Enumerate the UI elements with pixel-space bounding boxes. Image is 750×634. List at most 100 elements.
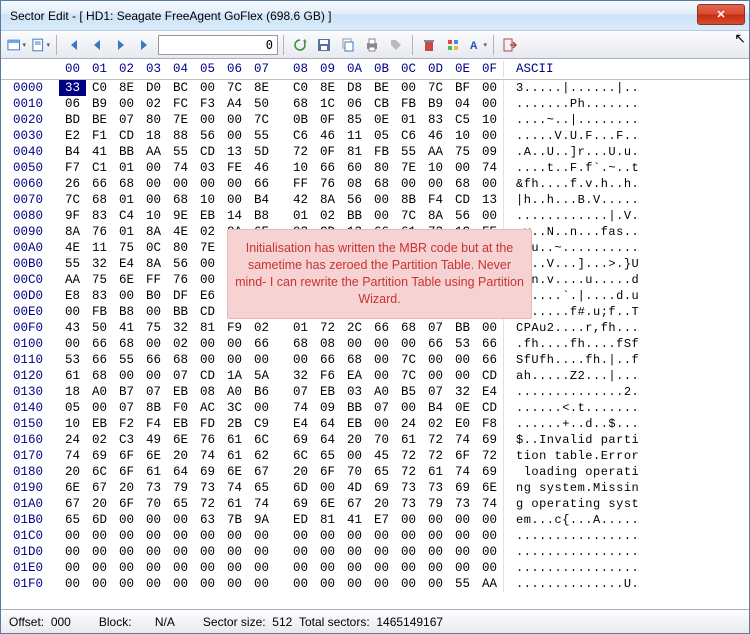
hex-byte[interactable]: 13: [221, 144, 248, 160]
hex-byte[interactable]: 81: [341, 144, 368, 160]
ascii-text[interactable]: ....t..F.f`.~..t: [503, 160, 671, 176]
hex-byte[interactable]: 72: [194, 496, 221, 512]
hex-byte[interactable]: 0E: [449, 400, 476, 416]
hex-byte[interactable]: 70: [140, 496, 167, 512]
hex-byte[interactable]: 0F: [314, 144, 341, 160]
hex-byte[interactable]: 46: [314, 128, 341, 144]
hex-byte[interactable]: 13: [476, 192, 503, 208]
hex-byte[interactable]: 68: [368, 176, 395, 192]
hex-byte[interactable]: 72: [287, 144, 314, 160]
hex-byte[interactable]: 09: [476, 144, 503, 160]
hex-byte[interactable]: B6: [248, 384, 275, 400]
hex-byte[interactable]: 55: [248, 128, 275, 144]
hex-byte[interactable]: 00: [476, 208, 503, 224]
hex-byte[interactable]: 00: [221, 336, 248, 352]
hex-byte[interactable]: 74: [476, 160, 503, 176]
hex-byte[interactable]: F3: [194, 96, 221, 112]
hex-byte[interactable]: 68: [167, 352, 194, 368]
hex-byte[interactable]: 75: [86, 272, 113, 288]
ascii-text[interactable]: ng system.Missin: [503, 480, 671, 496]
hex-byte[interactable]: 73: [422, 480, 449, 496]
nav-first-button[interactable]: [62, 34, 84, 56]
hex-byte[interactable]: 80: [140, 112, 167, 128]
hex-byte[interactable]: A0: [368, 384, 395, 400]
hex-byte[interactable]: 00: [221, 192, 248, 208]
hex-byte[interactable]: 00: [140, 192, 167, 208]
hex-byte[interactable]: 9E: [167, 208, 194, 224]
hex-byte[interactable]: 79: [167, 480, 194, 496]
hex-byte[interactable]: 00: [194, 576, 221, 592]
hex-row[interactable]: 000033C08ED0BC007C8EC08ED8BE007CBF003...…: [1, 80, 749, 96]
hex-byte[interactable]: 00: [422, 560, 449, 576]
hex-byte[interactable]: 02: [248, 320, 275, 336]
hex-byte[interactable]: 00: [395, 176, 422, 192]
hex-byte[interactable]: 7C: [221, 80, 248, 96]
hex-byte[interactable]: 11: [86, 240, 113, 256]
hex-byte[interactable]: 6C: [86, 464, 113, 480]
hex-byte[interactable]: 00: [86, 528, 113, 544]
hex-byte[interactable]: FB: [86, 304, 113, 320]
hex-byte[interactable]: 02: [167, 336, 194, 352]
hex-byte[interactable]: 7E: [194, 240, 221, 256]
hex-byte[interactable]: 00: [368, 368, 395, 384]
hex-byte[interactable]: 66: [248, 176, 275, 192]
hex-byte[interactable]: 83: [422, 112, 449, 128]
hex-byte[interactable]: C1: [86, 160, 113, 176]
hex-byte[interactable]: F2: [113, 416, 140, 432]
ascii-text[interactable]: ..............U.: [503, 576, 671, 592]
hex-byte[interactable]: B8: [248, 208, 275, 224]
hex-byte[interactable]: B9: [422, 96, 449, 112]
hex-byte[interactable]: 00: [113, 544, 140, 560]
hex-byte[interactable]: 65: [314, 448, 341, 464]
hex-byte[interactable]: 69: [449, 480, 476, 496]
hex-byte[interactable]: CD: [476, 368, 503, 384]
hex-byte[interactable]: 02: [314, 208, 341, 224]
hex-byte[interactable]: 00: [422, 352, 449, 368]
hex-byte[interactable]: 80: [368, 160, 395, 176]
hex-byte[interactable]: 00: [221, 176, 248, 192]
hex-byte[interactable]: 8A: [59, 224, 86, 240]
hex-byte[interactable]: 73: [395, 480, 422, 496]
hex-byte[interactable]: 61: [395, 432, 422, 448]
hex-byte[interactable]: 00: [221, 560, 248, 576]
hex-byte[interactable]: 00: [287, 576, 314, 592]
hex-byte[interactable]: 6F: [113, 464, 140, 480]
hex-row[interactable]: 0020BDBE07807E00007C0B0F850E0183C510....…: [1, 112, 749, 128]
hex-byte[interactable]: 73: [449, 496, 476, 512]
hex-byte[interactable]: 00: [140, 176, 167, 192]
hex-byte[interactable]: FE: [221, 160, 248, 176]
hex-byte[interactable]: 76: [314, 176, 341, 192]
hex-byte[interactable]: 5D: [248, 144, 275, 160]
hex-byte[interactable]: 00: [248, 400, 275, 416]
hex-byte[interactable]: 0C: [140, 240, 167, 256]
hex-byte[interactable]: 00: [59, 304, 86, 320]
hex-byte[interactable]: 00: [221, 352, 248, 368]
hex-byte[interactable]: 00: [476, 320, 503, 336]
hex-byte[interactable]: 68: [113, 336, 140, 352]
hex-byte[interactable]: 8A: [140, 224, 167, 240]
hex-byte[interactable]: 00: [221, 112, 248, 128]
hex-byte[interactable]: 00: [59, 560, 86, 576]
hex-byte[interactable]: 6D: [86, 512, 113, 528]
hex-byte[interactable]: 4E: [59, 240, 86, 256]
hex-byte[interactable]: 74: [449, 464, 476, 480]
hex-byte[interactable]: 00: [341, 544, 368, 560]
hex-byte[interactable]: 75: [140, 320, 167, 336]
hex-byte[interactable]: 00: [59, 336, 86, 352]
hex-byte[interactable]: 02: [140, 96, 167, 112]
hex-byte[interactable]: 4D: [341, 480, 368, 496]
ascii-text[interactable]: em...c{...A.....: [503, 512, 671, 528]
hex-byte[interactable]: 7C: [395, 352, 422, 368]
hex-byte[interactable]: 81: [314, 512, 341, 528]
hex-byte[interactable]: 00: [248, 560, 275, 576]
hex-byte[interactable]: 9A: [248, 512, 275, 528]
hex-byte[interactable]: 55: [59, 256, 86, 272]
hex-byte[interactable]: 67: [86, 480, 113, 496]
hex-row[interactable]: 01F0000000000000000000000000000055AA....…: [1, 576, 749, 592]
hex-byte[interactable]: 65: [248, 480, 275, 496]
hex-byte[interactable]: F7: [59, 160, 86, 176]
hex-byte[interactable]: F6: [314, 368, 341, 384]
hex-byte[interactable]: 00: [287, 544, 314, 560]
ascii-text[interactable]: ................: [503, 560, 671, 576]
hex-byte[interactable]: ED: [287, 512, 314, 528]
